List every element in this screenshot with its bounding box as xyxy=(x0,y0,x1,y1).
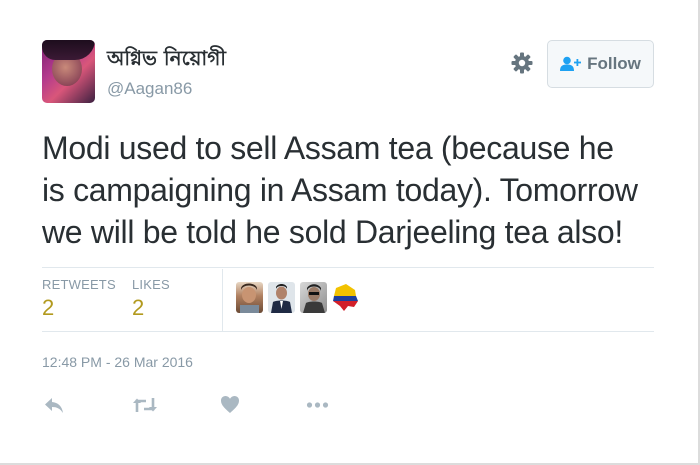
liker-avatar[interactable] xyxy=(236,282,263,313)
author-handle[interactable]: @Aagan86 xyxy=(107,79,192,99)
author-display-name[interactable]: অগ্নিভ নিয়োগী xyxy=(107,44,226,77)
stats-top-divider xyxy=(42,267,654,268)
stats-bottom-divider xyxy=(42,331,654,332)
gear-icon[interactable] xyxy=(511,52,533,74)
likes-label: LIKES xyxy=(132,277,170,292)
add-user-icon xyxy=(560,56,582,72)
stats-separator xyxy=(222,269,223,331)
liker-avatar[interactable] xyxy=(300,282,327,313)
reply-icon[interactable] xyxy=(44,395,68,417)
tweet-timestamp[interactable]: 12:48 PM - 26 Mar 2016 xyxy=(42,354,193,370)
retweets-stat[interactable]: RETWEETS 2 xyxy=(42,277,116,321)
tweet-text: Modi used to sell Assam tea (because he … xyxy=(42,130,638,250)
more-dots-icon[interactable] xyxy=(306,395,330,417)
heart-icon[interactable] xyxy=(220,395,244,417)
follow-button[interactable]: Follow xyxy=(547,40,654,88)
tweet-stats: RETWEETS 2 LIKES 2 xyxy=(42,269,654,331)
author-avatar[interactable] xyxy=(42,40,95,103)
retweet-icon[interactable] xyxy=(132,395,158,417)
tweet-card: অগ্নিভ নিয়োগী @Aagan86 Follow Modi used… xyxy=(0,0,700,465)
follow-label: Follow xyxy=(587,54,641,73)
avatar-hair xyxy=(42,40,95,60)
liker-avatar[interactable] xyxy=(332,282,359,313)
retweets-count: 2 xyxy=(42,295,55,320)
liker-avatar[interactable] xyxy=(268,282,295,313)
retweets-label: RETWEETS xyxy=(42,277,116,292)
likes-stat[interactable]: LIKES 2 xyxy=(132,277,170,321)
likes-count: 2 xyxy=(132,295,145,320)
